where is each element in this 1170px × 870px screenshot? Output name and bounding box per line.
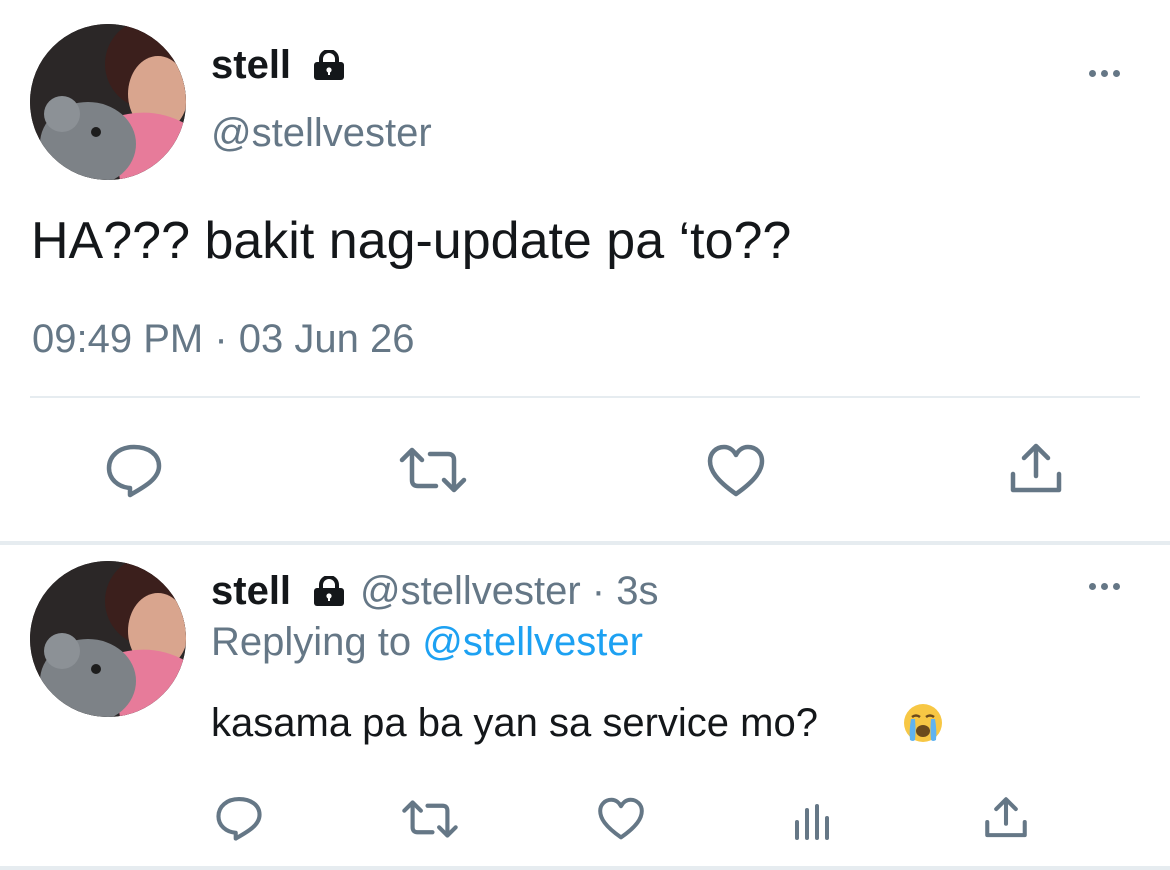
reply-handle[interactable]: @stellvester [360, 569, 581, 613]
timestamp[interactable]: 09:49 PM · 03 Jun 26 [32, 316, 414, 362]
more-options-icon[interactable] [1089, 70, 1120, 77]
reply-retweet-icon[interactable] [401, 799, 459, 839]
lock-icon [312, 50, 346, 80]
avatar[interactable] [30, 24, 186, 180]
bottom-divider [0, 866, 1170, 870]
analytics-icon[interactable] [793, 802, 833, 840]
display-name-text[interactable]: stell [211, 43, 291, 87]
replying-to-label: Replying to [211, 620, 412, 664]
retweet-icon[interactable] [398, 446, 468, 494]
reply-age[interactable]: 3s [616, 569, 658, 613]
reply-icon[interactable] [104, 442, 164, 498]
crying-face-emoji-icon [902, 702, 944, 744]
reply-more-options-icon[interactable] [1089, 583, 1120, 590]
reply-header: stell [211, 568, 291, 614]
like-icon[interactable] [706, 444, 766, 498]
display-name[interactable]: stell [211, 42, 291, 88]
reply-avatar[interactable] [30, 561, 186, 717]
divider [30, 396, 1140, 398]
section-divider [0, 541, 1170, 545]
replying-to: Replying to @stellvester [211, 619, 643, 665]
reply-text-content: kasama pa ba yan sa service mo? [211, 701, 818, 745]
replying-to-handle[interactable]: @stellvester [422, 620, 643, 664]
reply-display-name[interactable]: stell [211, 569, 291, 613]
tweet-text: HA??? bakit nag-update pa ‘to?? [31, 212, 792, 270]
reply-reply-icon[interactable] [214, 795, 264, 841]
reply-meta: @stellvester · 3s [360, 568, 659, 614]
handle[interactable]: @stellvester [211, 110, 432, 156]
reply-lock-icon [312, 576, 346, 606]
reply-separator: · [591, 569, 606, 613]
share-icon[interactable] [1008, 442, 1064, 496]
reply-share-icon[interactable] [983, 796, 1029, 840]
reply-text: kasama pa ba yan sa service mo? [211, 700, 818, 746]
reply-like-icon[interactable] [597, 797, 645, 841]
